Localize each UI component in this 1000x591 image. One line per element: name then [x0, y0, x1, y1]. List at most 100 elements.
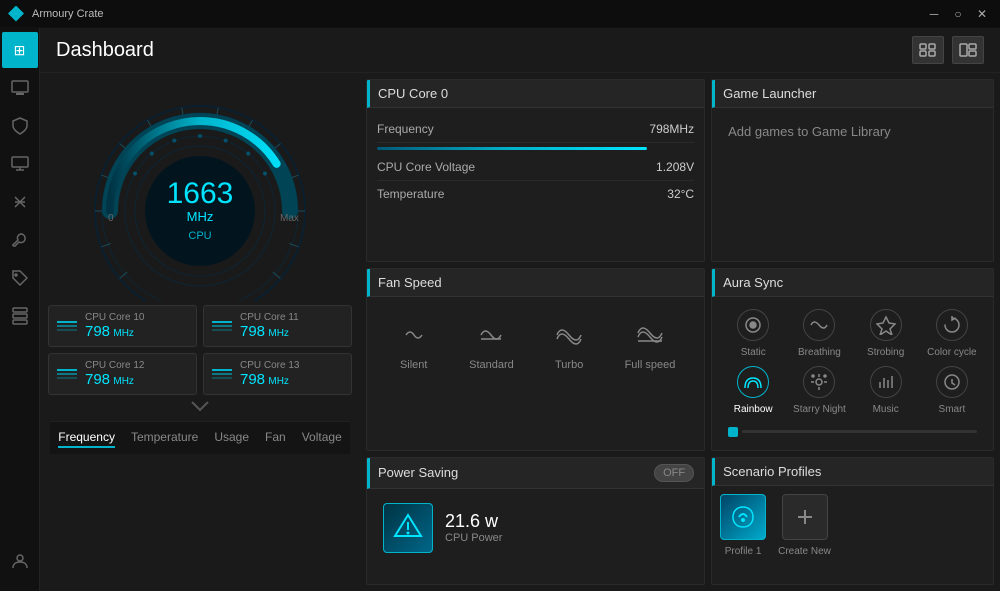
sidebar-item-shield[interactable]	[2, 108, 38, 144]
temp-label: Temperature	[377, 187, 444, 201]
minimize-button[interactable]: ─	[924, 4, 944, 24]
app-container: ⊞	[0, 28, 1000, 591]
profile1-logo	[729, 503, 757, 531]
frequency-tabs: Frequency Temperature Usage Fan Voltage	[50, 421, 350, 454]
create-profile-icon	[782, 494, 828, 540]
gauge-svg: 0 Max 1663 MHz CPU	[70, 81, 330, 301]
sidebar-item-user[interactable]	[2, 543, 38, 579]
tab-frequency[interactable]: Frequency	[58, 428, 115, 448]
core-icon-10	[57, 321, 77, 331]
fan-mode-standard[interactable]: Standard	[469, 317, 514, 371]
sidebar-item-monitor[interactable]	[2, 70, 38, 106]
aura-slider-track	[742, 430, 977, 433]
aura-slider[interactable]	[720, 423, 985, 441]
page-header: Dashboard	[40, 28, 1000, 73]
tab-fan[interactable]: Fan	[265, 428, 286, 448]
tab-voltage[interactable]: Voltage	[302, 428, 342, 448]
fan-mode-turbo[interactable]: Turbo	[551, 317, 587, 371]
core-card-11: CPU Core 11 798 MHz	[203, 305, 352, 347]
grid-icon	[959, 43, 977, 57]
silent-icon	[396, 317, 432, 353]
fan-modes: Silent	[377, 305, 694, 383]
profile-1[interactable]: Profile 1	[720, 494, 766, 557]
maximize-button[interactable]: ○	[948, 4, 968, 24]
aura-mode-music[interactable]: Music	[857, 366, 915, 415]
fan-silent-label: Silent	[400, 359, 428, 371]
core-10-name: CPU Core 10	[85, 312, 188, 323]
aura-mode-starrynight[interactable]: Starry Night	[790, 366, 848, 415]
aura-mode-static[interactable]: Static	[724, 309, 782, 358]
sidebar-top: ⊞	[2, 32, 38, 543]
core-icon-12	[57, 369, 77, 379]
aura-breathing-label: Breathing	[798, 347, 841, 358]
core-10-unit: MHz	[113, 328, 134, 339]
power-saving-toggle[interactable]: OFF	[654, 464, 694, 482]
metric-voltage: CPU Core Voltage 1.208V	[377, 154, 694, 181]
tab-temperature[interactable]: Temperature	[131, 428, 198, 448]
close-button[interactable]: ✕	[972, 4, 992, 24]
game-launcher-header: Game Launcher	[712, 80, 993, 108]
titlebar-left: Armoury Crate	[8, 6, 104, 22]
temp-value: 32°C	[667, 187, 694, 201]
power-saving-body: 21.6 w CPU Power	[367, 489, 704, 584]
power-saving-content: 21.6 w CPU Power	[375, 495, 696, 561]
fan-mode-full[interactable]: Full speed	[625, 317, 676, 371]
layout-list-button[interactable]	[912, 36, 944, 64]
left-panel: 0 Max 1663 MHz CPU	[40, 73, 360, 591]
create-new-label: Create New	[778, 546, 831, 557]
fan-mode-silent[interactable]: Silent	[396, 317, 432, 371]
plus-icon	[793, 505, 817, 529]
scenario-header: Scenario Profiles	[712, 458, 993, 486]
sidebar-bottom	[2, 543, 38, 587]
core-11-freq: 798	[240, 323, 265, 340]
scenario-title: Scenario Profiles	[723, 464, 821, 479]
cpu-core0-panel: CPU Core 0 Frequency 798MHz CPU Co	[366, 79, 705, 262]
voltage-label: CPU Core Voltage	[377, 160, 475, 174]
expand-chevron[interactable]	[190, 399, 210, 417]
sidebar-item-settings3[interactable]	[2, 222, 38, 258]
aura-mode-smart[interactable]: Smart	[923, 366, 981, 415]
header-icons	[912, 36, 984, 64]
sidebar-item-storage[interactable]	[2, 298, 38, 334]
fan-speed-body: Silent	[367, 297, 704, 450]
titlebar: Armoury Crate ─ ○ ✕	[0, 0, 1000, 28]
aura-rainbow-label: Rainbow	[734, 404, 773, 415]
core-10-freq: 798	[85, 323, 110, 340]
main-content: Dashboard	[40, 28, 1000, 591]
scenario-profiles-panel: Scenario Profiles	[711, 457, 994, 585]
aura-slider-dot	[728, 427, 738, 437]
fan-speed-title: Fan Speed	[378, 275, 442, 290]
list-icon	[919, 43, 937, 57]
sidebar-item-device[interactable]	[2, 146, 38, 182]
fan-speed-header: Fan Speed	[367, 269, 704, 297]
cpu-cores-grid: CPU Core 10 798 MHz	[48, 305, 352, 395]
core-13-unit: MHz	[268, 376, 289, 387]
tab-usage[interactable]: Usage	[214, 428, 249, 448]
power-info: 21.6 w CPU Power	[445, 511, 688, 544]
asus-logo-icon	[392, 512, 424, 544]
aura-mode-strobing[interactable]: Strobing	[857, 309, 915, 358]
core-13-freq: 798	[240, 371, 265, 388]
create-new-profile[interactable]: Create New	[778, 494, 831, 557]
right-panels: CPU Core 0 Frequency 798MHz CPU Co	[360, 73, 1000, 591]
app-title: Armoury Crate	[32, 8, 104, 20]
aura-mode-rainbow[interactable]: Rainbow	[724, 366, 782, 415]
power-saving-header: Power Saving OFF	[367, 458, 704, 489]
core-card-13: CPU Core 13 798 MHz	[203, 353, 352, 395]
cpu-core0-header: CPU Core 0	[367, 80, 704, 108]
aura-music-label: Music	[873, 404, 899, 415]
layout-grid-button[interactable]	[952, 36, 984, 64]
music-icon	[870, 366, 902, 398]
core-icon-13	[212, 369, 232, 379]
cpu-gauge: 0 Max 1663 MHz CPU	[70, 81, 330, 301]
aura-mode-colorcycle[interactable]: Color cycle	[923, 309, 981, 358]
aura-mode-breathing[interactable]: Breathing	[790, 309, 848, 358]
fan-turbo-label: Turbo	[555, 359, 583, 371]
rainbow-icon	[737, 366, 769, 398]
sidebar-item-tag[interactable]	[2, 260, 38, 296]
cpu-core0-body: Frequency 798MHz CPU Core Voltage 1.208V	[367, 108, 704, 261]
starrynight-icon	[803, 366, 835, 398]
sidebar-item-home[interactable]: ⊞	[2, 32, 38, 68]
sidebar-item-settings2[interactable]	[2, 184, 38, 220]
core-12-unit: MHz	[113, 376, 134, 387]
